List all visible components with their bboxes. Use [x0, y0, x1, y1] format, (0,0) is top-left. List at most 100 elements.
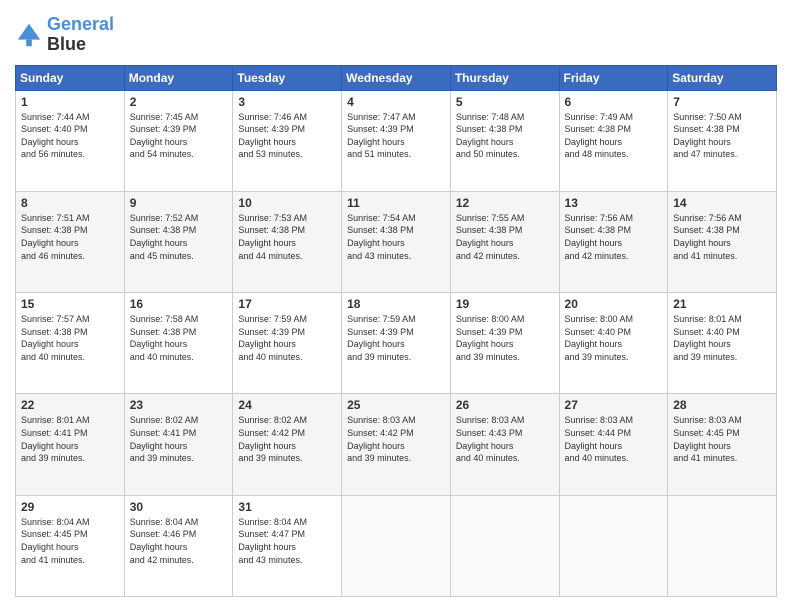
calendar-cell: 19 Sunrise: 8:00 AM Sunset: 4:39 PM Dayl… [450, 293, 559, 394]
cell-info: Sunrise: 7:57 AM Sunset: 4:38 PM Dayligh… [21, 313, 119, 363]
cell-info: Sunrise: 8:04 AM Sunset: 4:45 PM Dayligh… [21, 516, 119, 566]
day-number: 3 [238, 95, 336, 109]
calendar-cell: 16 Sunrise: 7:58 AM Sunset: 4:38 PM Dayl… [124, 293, 233, 394]
calendar-cell: 14 Sunrise: 7:56 AM Sunset: 4:38 PM Dayl… [668, 191, 777, 292]
cell-info: Sunrise: 7:51 AM Sunset: 4:38 PM Dayligh… [21, 212, 119, 262]
day-number: 13 [565, 196, 663, 210]
calendar-cell: 27 Sunrise: 8:03 AM Sunset: 4:44 PM Dayl… [559, 394, 668, 495]
day-number: 28 [673, 398, 771, 412]
day-number: 16 [130, 297, 228, 311]
day-number: 23 [130, 398, 228, 412]
day-number: 19 [456, 297, 554, 311]
cell-info: Sunrise: 8:01 AM Sunset: 4:40 PM Dayligh… [673, 313, 771, 363]
day-number: 27 [565, 398, 663, 412]
week-row-2: 8 Sunrise: 7:51 AM Sunset: 4:38 PM Dayli… [16, 191, 777, 292]
calendar-cell: 10 Sunrise: 7:53 AM Sunset: 4:38 PM Dayl… [233, 191, 342, 292]
calendar-cell: 1 Sunrise: 7:44 AM Sunset: 4:40 PM Dayli… [16, 90, 125, 191]
calendar-cell: 24 Sunrise: 8:02 AM Sunset: 4:42 PM Dayl… [233, 394, 342, 495]
calendar-cell: 13 Sunrise: 7:56 AM Sunset: 4:38 PM Dayl… [559, 191, 668, 292]
calendar-cell: 22 Sunrise: 8:01 AM Sunset: 4:41 PM Dayl… [16, 394, 125, 495]
weekday-sunday: Sunday [16, 65, 125, 90]
week-row-4: 22 Sunrise: 8:01 AM Sunset: 4:41 PM Dayl… [16, 394, 777, 495]
cell-info: Sunrise: 7:48 AM Sunset: 4:38 PM Dayligh… [456, 111, 554, 161]
calendar-cell [559, 495, 668, 596]
calendar-cell: 28 Sunrise: 8:03 AM Sunset: 4:45 PM Dayl… [668, 394, 777, 495]
weekday-friday: Friday [559, 65, 668, 90]
cell-info: Sunrise: 7:55 AM Sunset: 4:38 PM Dayligh… [456, 212, 554, 262]
calendar-cell: 20 Sunrise: 8:00 AM Sunset: 4:40 PM Dayl… [559, 293, 668, 394]
cell-info: Sunrise: 7:44 AM Sunset: 4:40 PM Dayligh… [21, 111, 119, 161]
cell-info: Sunrise: 7:58 AM Sunset: 4:38 PM Dayligh… [130, 313, 228, 363]
cell-info: Sunrise: 8:03 AM Sunset: 4:44 PM Dayligh… [565, 414, 663, 464]
page: General Blue SundayMondayTuesdayWednesda… [0, 0, 792, 612]
calendar-cell: 7 Sunrise: 7:50 AM Sunset: 4:38 PM Dayli… [668, 90, 777, 191]
cell-info: Sunrise: 7:49 AM Sunset: 4:38 PM Dayligh… [565, 111, 663, 161]
weekday-tuesday: Tuesday [233, 65, 342, 90]
logo: General Blue [15, 15, 114, 55]
calendar-cell: 8 Sunrise: 7:51 AM Sunset: 4:38 PM Dayli… [16, 191, 125, 292]
calendar-cell: 12 Sunrise: 7:55 AM Sunset: 4:38 PM Dayl… [450, 191, 559, 292]
week-row-1: 1 Sunrise: 7:44 AM Sunset: 4:40 PM Dayli… [16, 90, 777, 191]
weekday-header-row: SundayMondayTuesdayWednesdayThursdayFrid… [16, 65, 777, 90]
header: General Blue [15, 15, 777, 55]
calendar-cell: 23 Sunrise: 8:02 AM Sunset: 4:41 PM Dayl… [124, 394, 233, 495]
calendar-cell: 18 Sunrise: 7:59 AM Sunset: 4:39 PM Dayl… [342, 293, 451, 394]
day-number: 18 [347, 297, 445, 311]
cell-info: Sunrise: 8:04 AM Sunset: 4:46 PM Dayligh… [130, 516, 228, 566]
day-number: 24 [238, 398, 336, 412]
day-number: 31 [238, 500, 336, 514]
day-number: 26 [456, 398, 554, 412]
day-number: 5 [456, 95, 554, 109]
cell-info: Sunrise: 8:03 AM Sunset: 4:43 PM Dayligh… [456, 414, 554, 464]
cell-info: Sunrise: 8:01 AM Sunset: 4:41 PM Dayligh… [21, 414, 119, 464]
day-number: 4 [347, 95, 445, 109]
calendar-cell: 5 Sunrise: 7:48 AM Sunset: 4:38 PM Dayli… [450, 90, 559, 191]
cell-info: Sunrise: 8:00 AM Sunset: 4:39 PM Dayligh… [456, 313, 554, 363]
weekday-saturday: Saturday [668, 65, 777, 90]
cell-info: Sunrise: 8:02 AM Sunset: 4:41 PM Dayligh… [130, 414, 228, 464]
cell-info: Sunrise: 7:45 AM Sunset: 4:39 PM Dayligh… [130, 111, 228, 161]
day-number: 12 [456, 196, 554, 210]
weekday-monday: Monday [124, 65, 233, 90]
day-number: 14 [673, 196, 771, 210]
calendar-cell [342, 495, 451, 596]
day-number: 25 [347, 398, 445, 412]
calendar-cell: 25 Sunrise: 8:03 AM Sunset: 4:42 PM Dayl… [342, 394, 451, 495]
calendar-cell: 9 Sunrise: 7:52 AM Sunset: 4:38 PM Dayli… [124, 191, 233, 292]
day-number: 2 [130, 95, 228, 109]
calendar-cell [668, 495, 777, 596]
logo-icon [15, 21, 43, 49]
cell-info: Sunrise: 7:52 AM Sunset: 4:38 PM Dayligh… [130, 212, 228, 262]
calendar-cell: 31 Sunrise: 8:04 AM Sunset: 4:47 PM Dayl… [233, 495, 342, 596]
cell-info: Sunrise: 8:02 AM Sunset: 4:42 PM Dayligh… [238, 414, 336, 464]
day-number: 30 [130, 500, 228, 514]
calendar-table: SundayMondayTuesdayWednesdayThursdayFrid… [15, 65, 777, 597]
cell-info: Sunrise: 7:53 AM Sunset: 4:38 PM Dayligh… [238, 212, 336, 262]
calendar-cell: 26 Sunrise: 8:03 AM Sunset: 4:43 PM Dayl… [450, 394, 559, 495]
calendar-cell: 6 Sunrise: 7:49 AM Sunset: 4:38 PM Dayli… [559, 90, 668, 191]
cell-info: Sunrise: 7:50 AM Sunset: 4:38 PM Dayligh… [673, 111, 771, 161]
day-number: 8 [21, 196, 119, 210]
cell-info: Sunrise: 7:56 AM Sunset: 4:38 PM Dayligh… [565, 212, 663, 262]
calendar-cell: 21 Sunrise: 8:01 AM Sunset: 4:40 PM Dayl… [668, 293, 777, 394]
cell-info: Sunrise: 8:03 AM Sunset: 4:42 PM Dayligh… [347, 414, 445, 464]
cell-info: Sunrise: 8:04 AM Sunset: 4:47 PM Dayligh… [238, 516, 336, 566]
calendar-cell: 3 Sunrise: 7:46 AM Sunset: 4:39 PM Dayli… [233, 90, 342, 191]
day-number: 1 [21, 95, 119, 109]
cell-info: Sunrise: 7:54 AM Sunset: 4:38 PM Dayligh… [347, 212, 445, 262]
day-number: 9 [130, 196, 228, 210]
day-number: 17 [238, 297, 336, 311]
calendar-cell: 15 Sunrise: 7:57 AM Sunset: 4:38 PM Dayl… [16, 293, 125, 394]
logo-text: General Blue [47, 15, 114, 55]
day-number: 11 [347, 196, 445, 210]
calendar-cell: 4 Sunrise: 7:47 AM Sunset: 4:39 PM Dayli… [342, 90, 451, 191]
weekday-wednesday: Wednesday [342, 65, 451, 90]
day-number: 20 [565, 297, 663, 311]
day-number: 7 [673, 95, 771, 109]
cell-info: Sunrise: 8:00 AM Sunset: 4:40 PM Dayligh… [565, 313, 663, 363]
calendar-cell: 11 Sunrise: 7:54 AM Sunset: 4:38 PM Dayl… [342, 191, 451, 292]
cell-info: Sunrise: 8:03 AM Sunset: 4:45 PM Dayligh… [673, 414, 771, 464]
day-number: 21 [673, 297, 771, 311]
day-number: 15 [21, 297, 119, 311]
week-row-5: 29 Sunrise: 8:04 AM Sunset: 4:45 PM Dayl… [16, 495, 777, 596]
